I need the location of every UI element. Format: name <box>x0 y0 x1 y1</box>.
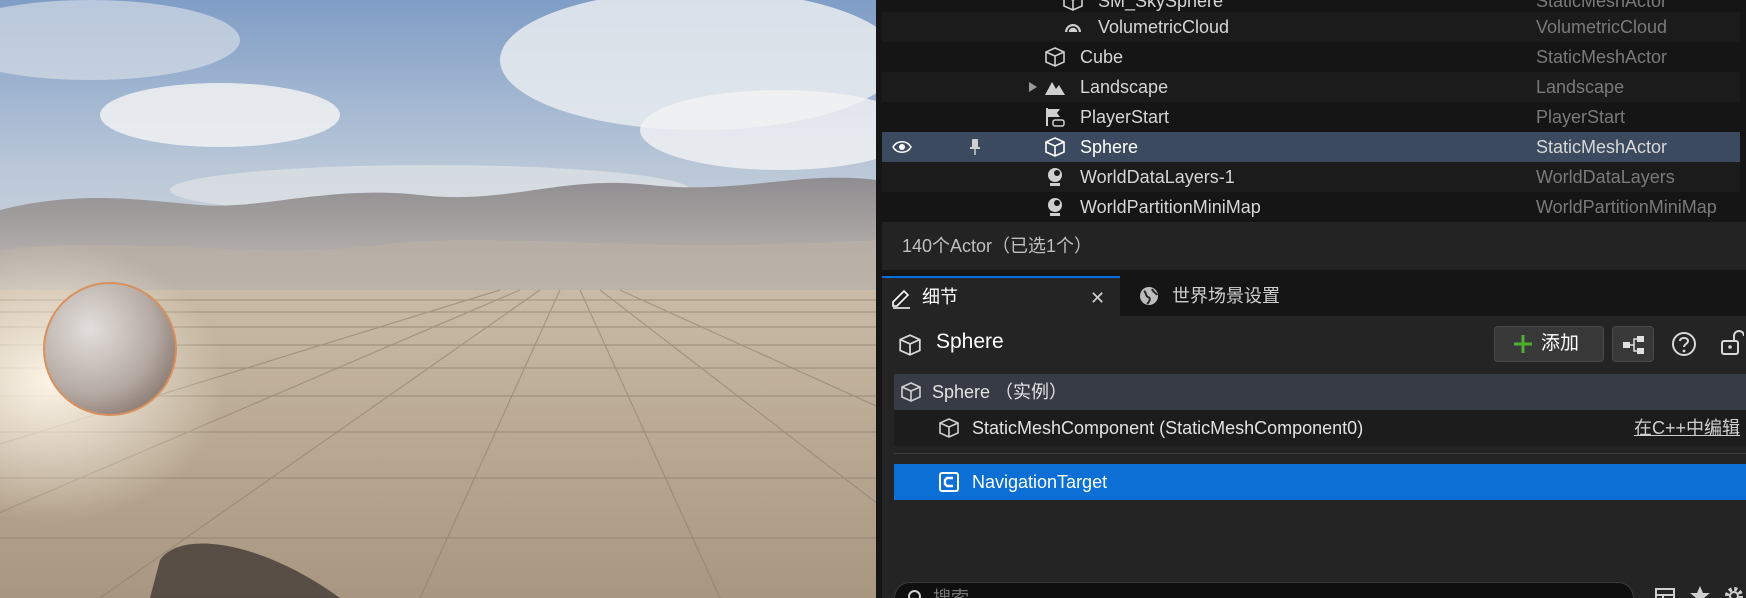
details-title: Sphere <box>936 330 1004 353</box>
static-mesh-icon <box>1063 0 1083 11</box>
details-panel: Sphere 添加 Sphere （实例） StaticMeshComponen… <box>882 316 1746 598</box>
edit-in-cpp-link[interactable]: 在C++中编辑 <box>1634 410 1740 446</box>
outliner-row-name: Sphere <box>1080 137 1139 157</box>
hierarchy-icon <box>1623 336 1644 354</box>
static-mesh-icon <box>1045 47 1065 67</box>
panel-tabs: 细节 ✕ 世界场景设置 <box>882 276 1746 316</box>
actor-icon <box>1048 168 1062 186</box>
static-mesh-icon <box>1045 137 1065 157</box>
static-mesh-icon <box>901 382 921 402</box>
outliner-row-type: WorldDataLayers <box>1536 167 1675 187</box>
component-row-static-mesh[interactable]: StaticMeshComponent (StaticMeshComponent… <box>894 410 1746 446</box>
search-icon <box>908 590 921 598</box>
tab-world-settings[interactable]: 世界场景设置 <box>1132 276 1352 316</box>
editor-side-panel: SM_SkySphere StaticMeshActor VolumetricC… <box>876 0 1746 598</box>
cpp-class-icon <box>939 472 959 492</box>
details-header: Sphere 添加 <box>882 316 1746 372</box>
pin-icon[interactable] <box>968 138 982 156</box>
level-viewport[interactable] <box>0 0 876 598</box>
close-icon[interactable]: ✕ <box>1090 278 1105 318</box>
gear-icon[interactable] <box>1722 584 1746 598</box>
tab-world-settings-label: 世界场景设置 <box>1172 286 1280 306</box>
component-label: NavigationTarget <box>972 472 1108 492</box>
outliner-row-type: WorldPartitionMiniMap <box>1536 197 1717 217</box>
outliner-row[interactable]: Landscape Landscape <box>882 72 1740 102</box>
add-component-label: 添加 <box>1541 333 1580 354</box>
actor-icon <box>1048 198 1062 216</box>
component-row-root[interactable]: Sphere （实例） <box>894 374 1746 410</box>
outliner-row[interactable]: WorldPartitionMiniMap WorldPartitionMini… <box>882 192 1740 222</box>
table-layout-icon[interactable] <box>1654 586 1676 598</box>
details-pencil-icon <box>892 289 910 309</box>
plus-icon <box>1514 335 1532 353</box>
globe-icon <box>1140 287 1158 305</box>
outliner-row-name: Cube <box>1080 47 1124 67</box>
expand-arrow-icon[interactable] <box>1028 81 1038 93</box>
outliner-row-type: Landscape <box>1536 77 1625 97</box>
component-row-navigation-target[interactable]: NavigationTarget <box>894 464 1746 500</box>
add-component-button[interactable]: 添加 <box>1494 326 1604 362</box>
static-mesh-icon <box>939 418 959 438</box>
outliner-row-type: StaticMeshActor <box>1536 137 1668 157</box>
divider <box>894 453 1746 454</box>
help-icon[interactable] <box>1670 330 1698 358</box>
outliner-row[interactable]: Cube StaticMeshActor <box>882 42 1740 72</box>
landscape-icon <box>1045 82 1065 95</box>
static-mesh-icon <box>899 334 921 356</box>
viewport-scene <box>0 0 876 598</box>
search-input[interactable] <box>933 585 1613 598</box>
tab-details[interactable]: 细节 ✕ <box>882 276 1120 316</box>
outliner-row-type: PlayerStart <box>1536 107 1626 127</box>
sphere-actor[interactable] <box>43 282 177 416</box>
outliner-status: 140个Actor（已选1个） <box>882 222 1746 270</box>
details-search[interactable] <box>894 582 1634 598</box>
outliner-row[interactable]: WorldDataLayers-1 WorldDataLayers <box>882 162 1740 192</box>
cloud-icon <box>1065 24 1081 33</box>
visibility-eye-icon[interactable] <box>892 139 912 155</box>
outliner-row-type: StaticMeshActor <box>1536 47 1668 67</box>
outliner-row-selected[interactable]: Sphere StaticMeshActor <box>882 132 1740 162</box>
outliner-row-name: WorldPartitionMiniMap <box>1080 197 1261 217</box>
outliner-row-name: VolumetricCloud <box>1098 17 1230 37</box>
outliner-row[interactable]: VolumetricCloud VolumetricCloud <box>882 12 1740 42</box>
component-label: StaticMeshComponent (StaticMeshComponent… <box>972 418 1364 438</box>
unlock-icon[interactable] <box>1720 329 1744 357</box>
player-start-icon <box>1046 108 1065 127</box>
outliner-row-type: VolumetricCloud <box>1536 17 1668 37</box>
component-root-label: Sphere （实例） <box>932 382 1068 402</box>
tab-details-label: 细节 <box>922 287 958 307</box>
star-icon[interactable] <box>1688 584 1712 598</box>
outliner-row-name: WorldDataLayers-1 <box>1080 167 1235 187</box>
blueprint-button[interactable] <box>1612 326 1654 362</box>
outliner-row[interactable]: PlayerStart PlayerStart <box>882 102 1740 132</box>
outliner: SM_SkySphere StaticMeshActor VolumetricC… <box>876 0 1746 222</box>
outliner-row-name: PlayerStart <box>1080 107 1170 127</box>
outliner-row-name: Landscape <box>1080 77 1169 97</box>
